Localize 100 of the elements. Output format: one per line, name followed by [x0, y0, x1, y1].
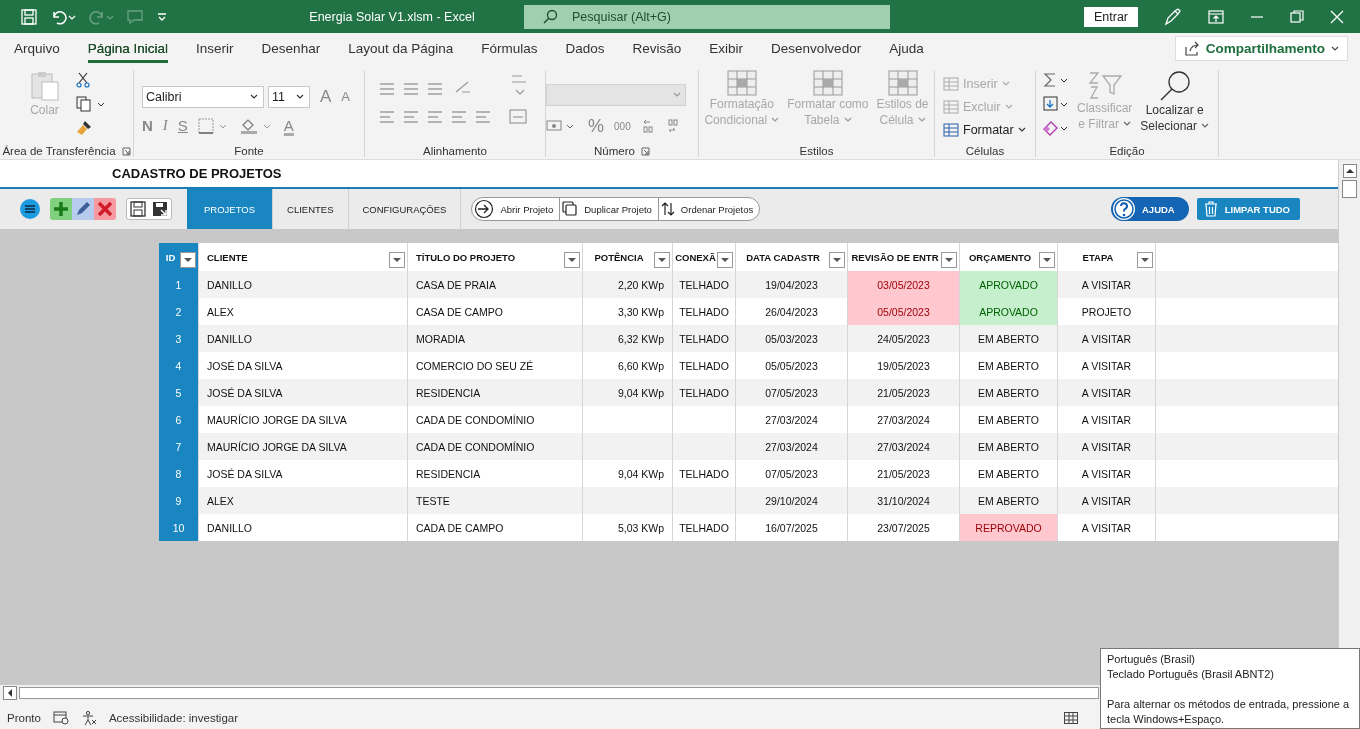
row-number-cell: 3 [159, 325, 199, 352]
horizontal-scrollbar[interactable] [19, 686, 1099, 699]
header-text: ETAPA [1081, 251, 1115, 263]
font-size-field[interactable]: 11 [268, 85, 310, 108]
table-style-icon [887, 70, 918, 96]
copy-icon[interactable] [75, 96, 106, 112]
row-number-cell: 5 [159, 379, 199, 406]
column-header[interactable]: ID [159, 243, 199, 271]
accessibility-icon[interactable] [80, 710, 97, 726]
row-number-cell: 2 [159, 298, 199, 325]
share-icon [1183, 40, 1200, 57]
search-field[interactable]: Pesquisar (Alt+G) [524, 4, 890, 29]
table-cell: APROVADO [960, 271, 1058, 298]
caret-icon [1331, 45, 1339, 52]
table-cell: 16/07/2025 [736, 514, 848, 541]
font-name-field[interactable]: Calibri [142, 85, 264, 108]
row-number-cell: 6 [159, 406, 199, 433]
scroll-left-icon[interactable] [3, 685, 17, 700]
format-painter-icon[interactable] [75, 120, 92, 136]
caret-icon [296, 93, 304, 100]
duplicate-icon [562, 201, 579, 217]
cells-button[interactable]: Formatar [943, 120, 1026, 140]
scissors-icon[interactable] [75, 72, 90, 88]
caret-icon [1201, 123, 1209, 129]
menu-tab[interactable]: Dados [565, 34, 605, 63]
menu-icon[interactable] [20, 199, 40, 219]
caret-icon [843, 117, 852, 123]
menu-tab[interactable]: Fórmulas [481, 34, 538, 63]
filter-dropdown-icon[interactable] [564, 252, 580, 268]
help-button[interactable]: AJUDA [1111, 197, 1189, 221]
dialog-launcher-icon[interactable] [640, 146, 650, 156]
scroll-up-icon[interactable] [1342, 164, 1357, 178]
sign-in-button[interactable]: Entrar [1084, 6, 1138, 27]
status-text: Pronto [7, 712, 41, 724]
header-text: TÍTULO DO PROJETO [416, 251, 517, 263]
table-style-icon [726, 70, 757, 96]
macro-icon[interactable] [52, 711, 69, 725]
filter-dropdown-icon[interactable] [654, 252, 670, 268]
dialog-launcher-icon[interactable] [121, 146, 131, 156]
sort-filter-icon [1086, 70, 1123, 100]
row-number-cell: 8 [159, 460, 199, 487]
table-cell: APROVADO [960, 298, 1058, 325]
search-icon [542, 8, 558, 25]
group-label: Área de Transferência [2, 145, 116, 157]
action-button[interactable]: Duplicar Projeto [560, 198, 659, 220]
menu-tab[interactable]: Arquivo [14, 34, 60, 63]
normal-view-icon[interactable] [1064, 712, 1078, 724]
menu-tab[interactable]: Inserir [196, 34, 234, 63]
group-label: Estilos [799, 145, 834, 157]
group-label: Fonte [234, 145, 264, 157]
header-text: ORÇAMENTO [967, 251, 1033, 263]
filter-dropdown-icon[interactable] [389, 252, 405, 268]
column-header[interactable]: CONEXÃ [673, 243, 736, 271]
filter-dropdown-icon[interactable] [829, 252, 845, 268]
save-as-icon[interactable] [151, 200, 169, 218]
save-icon[interactable] [129, 200, 147, 218]
clear-all-button[interactable]: LIMPAR TUDO [1196, 198, 1300, 220]
caret-icon [1122, 121, 1131, 127]
caret-icon [771, 117, 780, 123]
delete-icon[interactable] [94, 198, 116, 220]
close-icon[interactable] [1330, 9, 1344, 24]
filter-dropdown-icon[interactable] [717, 252, 733, 268]
number-format-field[interactable] [546, 83, 686, 106]
sheet-title: CADASTRO DE PROJETOS [112, 166, 282, 181]
menu-tab[interactable]: Ajuda [889, 34, 924, 63]
pen-icon[interactable] [1162, 6, 1182, 27]
editing-button[interactable]: Localizar e Selecionar [1138, 70, 1211, 134]
caret-icon [673, 91, 681, 98]
menu-tab[interactable]: Desenvolvedor [771, 34, 862, 63]
restore-icon[interactable] [1290, 9, 1304, 24]
customize-icon[interactable] [156, 10, 168, 23]
filter-dropdown-icon[interactable] [180, 252, 196, 268]
share-button[interactable]: Compartilhamento [1174, 36, 1348, 61]
row-number-cell: 4 [159, 352, 199, 379]
menu-tab[interactable]: Exibir [709, 34, 744, 63]
enter-icon [474, 199, 495, 219]
ribbon-display-icon[interactable] [1208, 9, 1224, 24]
caret-icon [250, 93, 258, 100]
scrollbar-thumb[interactable] [1342, 180, 1357, 198]
table-cell: 05/05/2023 [848, 298, 960, 325]
header-text: DATA CADASTR [745, 251, 821, 263]
table-cell: REPROVADO [960, 514, 1058, 541]
pencil-icon[interactable] [72, 198, 94, 220]
menu-tab[interactable]: Revisão [632, 34, 682, 63]
header-text: POTÊNCIA [593, 251, 645, 263]
group-label: Células [965, 145, 1005, 157]
trash-icon [1202, 201, 1219, 217]
grid-icon [943, 123, 959, 137]
accessibility-status[interactable]: Acessibilidade: investigar [108, 712, 238, 724]
action-button[interactable]: Abrir Projeto [472, 198, 561, 220]
add-icon[interactable] [50, 198, 72, 220]
filter-dropdown-icon[interactable] [1137, 252, 1153, 268]
sheet-tab[interactable]: PROJETOS [187, 189, 274, 229]
filter-dropdown-icon[interactable] [941, 252, 957, 268]
header-text: ID [164, 251, 177, 263]
menu-tab[interactable]: Página Inicial [87, 34, 169, 63]
menu-tab[interactable]: Layout da Página [348, 34, 454, 63]
menu-tab[interactable]: Desenhar [261, 34, 321, 63]
filter-dropdown-icon[interactable] [1039, 252, 1055, 268]
action-button[interactable]: Ordenar Projetos [658, 198, 760, 220]
